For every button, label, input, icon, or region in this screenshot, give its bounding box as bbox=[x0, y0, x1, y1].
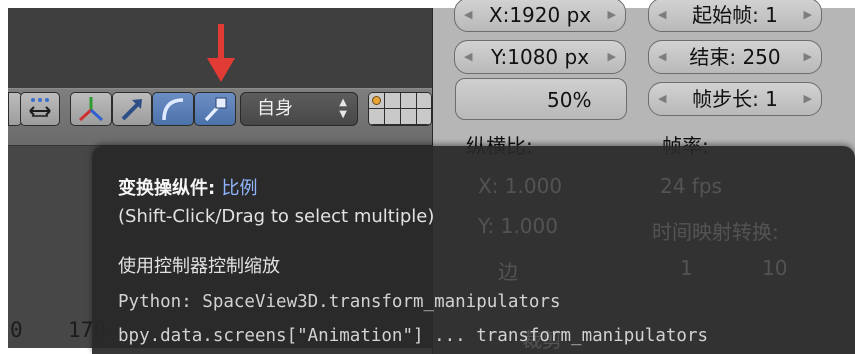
tooltip-description: 使用控制器控制缩放 bbox=[118, 256, 280, 277]
layer-cell-5[interactable] bbox=[369, 109, 385, 125]
layer-cell-6[interactable] bbox=[385, 109, 401, 125]
decrement-arrow-icon[interactable]: ◀ bbox=[464, 0, 472, 31]
axes-manipulator-icon bbox=[76, 94, 106, 124]
increment-arrow-icon[interactable]: ▶ bbox=[804, 41, 812, 73]
red-pointer-arrow-icon bbox=[205, 22, 237, 88]
layer-cell-4[interactable] bbox=[417, 93, 431, 109]
resolution-x-value: X:1920 px bbox=[488, 3, 592, 27]
layer-cell-8[interactable] bbox=[417, 109, 431, 125]
resolution-y-field[interactable]: ◀ Y:1080 px ▶ bbox=[454, 40, 626, 74]
frame-step-field[interactable]: ◀ 帧步长: 1 ▶ bbox=[648, 82, 822, 116]
time-remap-label: 时间映射转换: bbox=[652, 220, 779, 244]
border-label: 边 bbox=[498, 260, 518, 284]
tooltip-hint: (Shift-Click/Drag to select multiple) bbox=[118, 206, 435, 227]
resolution-x-field[interactable]: ◀ X:1920 px ▶ bbox=[454, 0, 626, 32]
decrement-arrow-icon[interactable]: ◀ bbox=[658, 0, 666, 31]
tooltip-popup: X: 1.000 24 fps Y: 1.000 时间映射转换: 1 10 边 … bbox=[92, 146, 855, 354]
tooltip-title: 变换操纵件: 比例 bbox=[118, 174, 257, 200]
snap-arrows-icon bbox=[26, 95, 54, 123]
tooltip-title-value: 比例 bbox=[221, 178, 258, 199]
frame-start-value: 起始帧: 1 bbox=[692, 3, 778, 27]
layer-cell-3[interactable] bbox=[401, 93, 417, 109]
transform-orientation-dropdown[interactable]: 自身 ▲ ▼ bbox=[240, 92, 358, 126]
decrement-arrow-icon[interactable]: ◀ bbox=[658, 83, 666, 115]
resolution-percentage-slider[interactable]: 50% bbox=[455, 78, 627, 120]
timeline-frame-start: 0 bbox=[10, 318, 23, 342]
frame-start-field[interactable]: ◀ 起始帧: 1 ▶ bbox=[648, 0, 822, 32]
rotate-arc-icon bbox=[159, 95, 187, 123]
increment-arrow-icon[interactable]: ▶ bbox=[608, 41, 616, 73]
increment-arrow-icon[interactable]: ▶ bbox=[804, 0, 812, 31]
snap-toggle-button[interactable] bbox=[20, 92, 60, 126]
remap-new-value: 10 bbox=[762, 256, 788, 280]
increment-arrow-icon[interactable]: ▶ bbox=[804, 83, 812, 115]
aspect-y-value: Y: 1.000 bbox=[478, 214, 558, 238]
translate-manipulator-button[interactable] bbox=[112, 92, 152, 126]
frame-end-value: 结束: 250 bbox=[689, 45, 781, 69]
layer-selector[interactable] bbox=[368, 92, 432, 126]
layer-cell-1[interactable] bbox=[369, 93, 385, 109]
aspect-x-value: X: 1.000 bbox=[478, 174, 563, 198]
frame-step-value: 帧步长: 1 bbox=[692, 87, 778, 111]
increment-arrow-icon[interactable]: ▶ bbox=[608, 0, 616, 31]
scale-manipulator-button[interactable] bbox=[194, 92, 236, 126]
updown-arrows-icon: ▲ ▼ bbox=[339, 97, 347, 120]
frame-end-field[interactable]: ◀ 结束: 250 ▶ bbox=[648, 40, 822, 74]
tooltip-title-label: 变换操纵件: bbox=[118, 178, 216, 199]
resolution-y-value: Y:1080 px bbox=[490, 45, 590, 69]
decrement-arrow-icon[interactable]: ◀ bbox=[658, 41, 666, 73]
resolution-percentage-value: 50% bbox=[547, 88, 592, 112]
translate-arrow-icon bbox=[118, 95, 146, 123]
active-layer-dot-icon bbox=[372, 96, 381, 105]
remap-old-value: 1 bbox=[680, 256, 693, 280]
rotate-manipulator-button[interactable] bbox=[152, 92, 194, 126]
scale-handle-icon bbox=[201, 95, 229, 123]
layer-cell-2[interactable] bbox=[385, 93, 401, 109]
tooltip-python-data-path: bpy.data.screens["Animation"] ... transf… bbox=[118, 326, 709, 346]
fps-value: 24 fps bbox=[660, 174, 722, 198]
decrement-arrow-icon[interactable]: ◀ bbox=[464, 41, 472, 73]
manipulator-toggle-button[interactable] bbox=[70, 92, 112, 126]
tooltip-python-path: Python: SpaceView3D.transform_manipulato… bbox=[118, 292, 561, 312]
layer-cell-7[interactable] bbox=[401, 109, 417, 125]
transform-orientation-value: 自身 bbox=[257, 98, 293, 119]
